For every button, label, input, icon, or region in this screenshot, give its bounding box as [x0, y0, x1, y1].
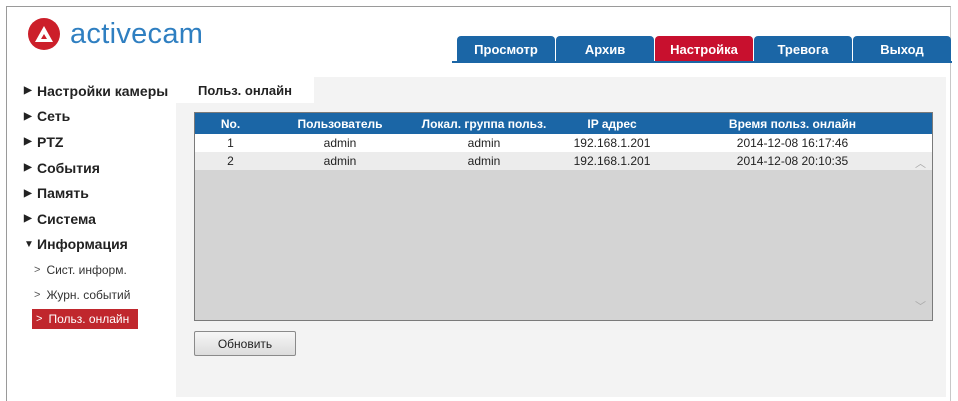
sidebar-subitem-label: Польз. онлайн — [48, 312, 130, 327]
table-header: No. Пользователь Локал. группа польз. IP… — [195, 113, 932, 134]
table-cell: admin — [323, 136, 357, 150]
sidebar-item-events[interactable]: ▶ События — [24, 155, 174, 181]
triangle-right-icon: ▶ — [24, 162, 32, 174]
table-cell: 2014-12-08 16:17:46 — [736, 136, 849, 150]
table-cell: 2 — [227, 154, 234, 168]
sidebar-subitem-system-info[interactable]: > Сист. информ. — [24, 257, 174, 282]
sidebar-subitem-label: Журн. событий — [46, 287, 131, 302]
column-header-local-group: Локал. группа польз. — [421, 116, 547, 131]
triangle-right-icon: ▶ — [24, 85, 32, 97]
table-cell: 1 — [227, 136, 234, 150]
brand-name: activecam — [70, 18, 204, 50]
nav-tab-view[interactable]: Просмотр — [457, 36, 555, 62]
sidebar-item-network[interactable]: ▶ Сеть — [24, 104, 174, 130]
chevron-right-icon: > — [34, 288, 41, 301]
sidebar-item-ptz[interactable]: ▶ PTZ — [24, 129, 174, 155]
online-users-table: No. Пользователь Локал. группа польз. IP… — [194, 112, 933, 321]
refresh-button[interactable]: Обновить — [194, 331, 296, 356]
sidebar-item-label: Система — [37, 210, 96, 227]
chevron-right-icon: > — [34, 263, 41, 276]
table-cell: 192.168.1.201 — [573, 154, 651, 168]
column-header-user: Пользователь — [297, 116, 383, 131]
activecam-logo-icon — [28, 18, 60, 50]
column-header-no: No. — [220, 116, 241, 131]
triangle-right-icon: ▶ — [24, 136, 32, 148]
table-cell: admin — [323, 154, 357, 168]
table-row[interactable]: 1 admin admin 192.168.1.201 2014-12-08 1… — [195, 134, 932, 152]
sidebar-item-label: Сеть — [37, 108, 71, 125]
sidebar-item-storage[interactable]: ▶ Память — [24, 180, 174, 206]
nav-tab-archive[interactable]: Архив — [556, 36, 654, 62]
table-cell: admin — [467, 154, 501, 168]
table-cell: 192.168.1.201 — [573, 136, 651, 150]
table-row[interactable]: 2 admin admin 192.168.1.201 2014-12-08 2… — [195, 152, 932, 170]
table-cell: 2014-12-08 20:10:35 — [736, 154, 849, 168]
nav-tab-settings[interactable]: Настройка — [655, 36, 753, 62]
triangle-right-icon: ▶ — [24, 187, 32, 199]
sidebar-item-label: Настройки камеры — [37, 82, 169, 99]
table-cell: admin — [467, 136, 501, 150]
column-header-ip: IP адрес — [587, 116, 637, 131]
sidebar-subitem-event-log[interactable]: > Журн. событий — [24, 282, 174, 307]
chevron-right-icon: > — [36, 313, 43, 326]
sidebar-item-label: Информация — [37, 236, 128, 253]
sidebar-item-label: События — [37, 159, 100, 176]
scroll-down-icon[interactable]: ﹀ — [915, 298, 926, 314]
sidebar-subitem-label: Сист. информ. — [46, 262, 127, 277]
triangle-right-icon: ▶ — [24, 110, 32, 122]
main-content: Польз. онлайн No. Пользователь Локал. гр… — [176, 77, 946, 397]
sidebar: ▶ Настройки камеры ▶ Сеть ▶ PTZ ▶ События ▶ П… — [24, 78, 174, 331]
tab-online-users[interactable]: Польз. онлайн — [176, 77, 314, 103]
column-header-online-time: Время польз. онлайн — [728, 116, 857, 131]
sidebar-subitem-online-users[interactable]: > Польз. онлайн — [32, 309, 138, 330]
triangle-right-icon: ▶ — [24, 213, 32, 225]
sidebar-item-label: Память — [37, 185, 89, 202]
brand-logo: activecam — [28, 18, 203, 50]
top-nav: Просмотр Архив Настройка Тревога Выход — [457, 36, 952, 62]
sidebar-item-camera-settings[interactable]: ▶ Настройки камеры — [24, 78, 174, 104]
sidebar-item-label: PTZ — [37, 133, 64, 150]
nav-tab-logout[interactable]: Выход — [853, 36, 951, 62]
triangle-down-icon: ▼ — [24, 238, 34, 250]
scroll-up-icon[interactable]: ︿ — [915, 155, 926, 171]
nav-underline — [452, 61, 952, 63]
sidebar-item-system[interactable]: ▶ Система — [24, 206, 174, 232]
sidebar-item-information[interactable]: ▼ Информация — [24, 232, 174, 258]
nav-tab-alarm[interactable]: Тревога — [754, 36, 852, 62]
